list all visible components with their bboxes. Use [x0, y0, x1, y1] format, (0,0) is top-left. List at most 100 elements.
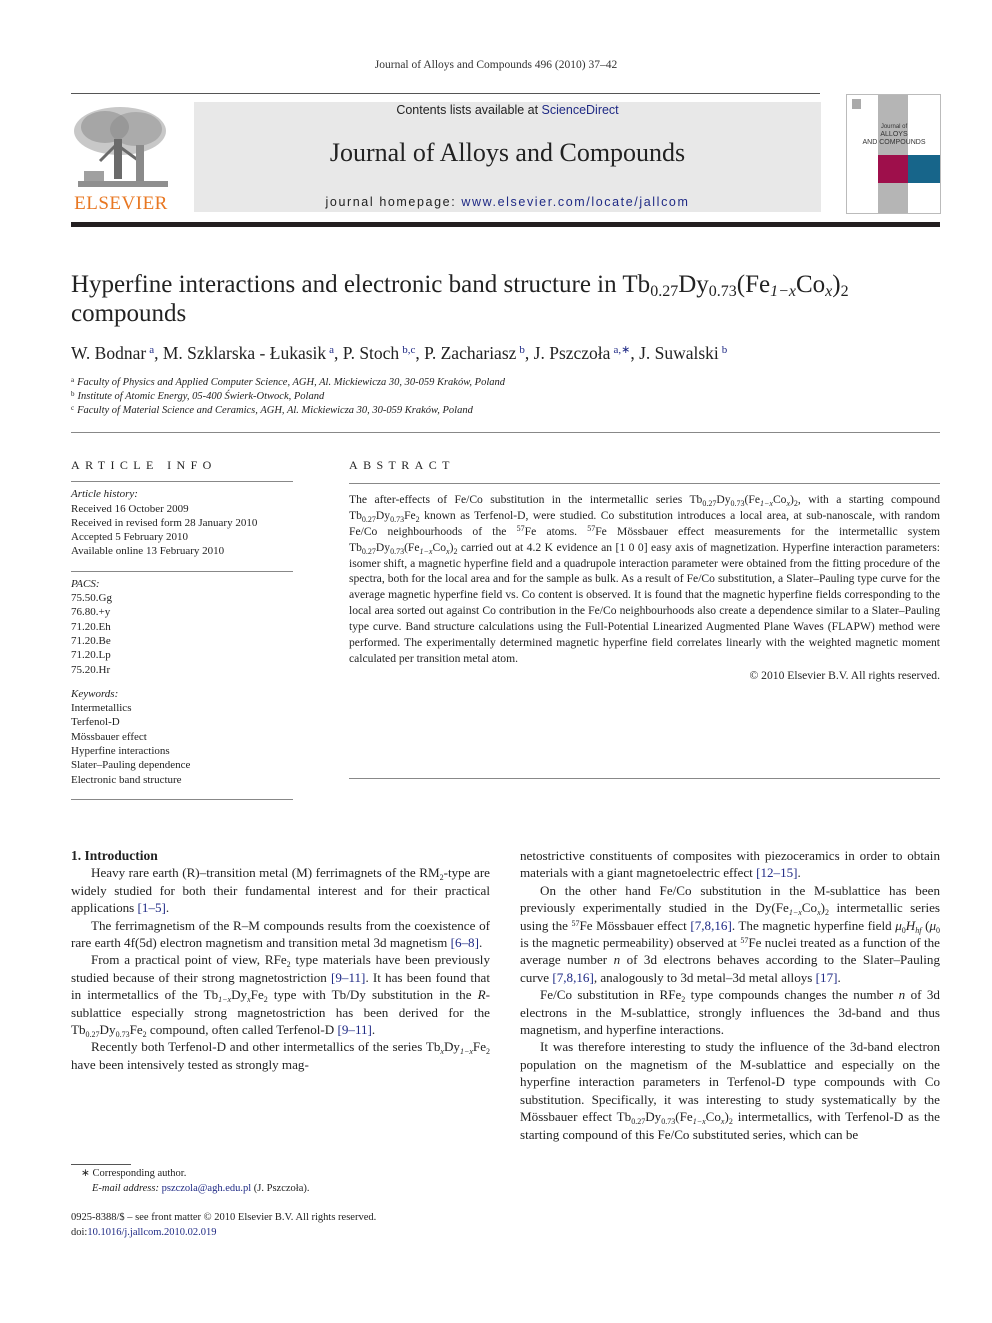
contents-line: Contents lists available at ScienceDirec… — [194, 103, 821, 117]
author-name[interactable]: P. Zachariasz — [424, 343, 516, 363]
divider — [349, 777, 940, 779]
header-rule — [71, 93, 820, 94]
keyword[interactable]: Electronic band structure — [71, 773, 293, 787]
keywords-list: Intermetallics Terfenol-D Mössbauer effect… — [71, 701, 293, 787]
cover-gray-band — [878, 95, 908, 213]
author-name[interactable]: M. Szklarska - Łukasik — [163, 343, 326, 363]
paragraph: Heavy rare earth (R)–transition metal (M… — [71, 865, 490, 916]
keyword[interactable]: Mössbauer effect — [71, 730, 293, 744]
author-name[interactable]: J. Suwalski — [639, 343, 719, 363]
doi-link[interactable]: 10.1016/j.jallcom.2010.02.019 — [87, 1227, 216, 1238]
citation-link[interactable]: [9–11] — [331, 970, 365, 985]
citation-link[interactable]: [12–15] — [756, 865, 797, 880]
author-separator: , — [630, 343, 640, 363]
header-thick-rule — [71, 222, 940, 227]
title-sub: 1−x — [770, 283, 796, 300]
elsevier-tree-icon — [74, 107, 168, 187]
doi-line: doi:10.1016/j.jallcom.2010.02.019 — [71, 1226, 217, 1238]
title-text: ) — [832, 271, 841, 298]
pacs-label: PACS: — [71, 577, 100, 590]
cover-maroon-block — [878, 155, 908, 183]
body-column-left: 1. Introduction Heavy rare earth (R)–tra… — [71, 847, 490, 1073]
paragraph: Recently both Terfenol-D and other inter… — [71, 1039, 490, 1072]
paragraph: It was therefore interesting to study th… — [520, 1039, 940, 1142]
running-head: Journal of Alloys and Compounds 496 (201… — [374, 59, 618, 71]
affiliation: c Faculty of Material Science and Ceramic… — [71, 404, 941, 418]
abstract: ABSTRACT The after-effects of Fe/Co subs… — [349, 458, 940, 779]
affiliations: a Faculty of Physics and Applied Computer… — [71, 376, 941, 418]
divider — [71, 432, 940, 433]
paragraph: From a practical point of view, RFe2 typ… — [71, 952, 490, 1040]
affiliation-key: a — [71, 376, 75, 384]
title-sub: 0.73 — [708, 283, 737, 300]
cover-title-line2: ALLOYS — [880, 131, 908, 138]
abstract-copyright: © 2010 Elsevier B.V. All rights reserved… — [749, 668, 940, 682]
pacs-code: 71.20.Be — [71, 634, 111, 647]
pacs-code: 75.20.Hr — [71, 663, 111, 676]
cover-teal-block — [908, 155, 940, 183]
keyword[interactable]: Hyperfine interactions — [71, 744, 293, 758]
journal-title: Journal of Alloys and Compounds — [329, 138, 686, 167]
author-name[interactable]: P. Stoch — [343, 343, 399, 363]
journal-cover-thumbnail[interactable]: Journal of ALLOYS AND COMPOUNDS — [846, 94, 941, 214]
author-name[interactable]: W. Bodnar — [71, 343, 146, 363]
article-history-list: Received 16 October 2009 Received in revi… — [71, 502, 293, 559]
paragraph: On the other hand Fe/Co substitution in … — [520, 882, 941, 985]
pacs-list: 75.50.Gg 76.80.+y 71.20.Eh 71.20.Be 71.20.Lp… — [71, 591, 293, 677]
title-sub: 0.27 — [650, 283, 679, 300]
affiliation: b Institute of Atomic Energy, 05-400 Świe… — [71, 390, 941, 404]
keyword[interactable]: Slater–Pauling dependence — [71, 758, 293, 772]
keyword[interactable]: Intermetallics — [71, 701, 293, 715]
homepage-link[interactable]: www.elsevier.com/locate/jallcom — [461, 195, 689, 209]
citation-link[interactable]: [9–11] — [337, 1022, 371, 1037]
affiliation-key: b — [71, 390, 75, 398]
history-entry: Received 16 October 2009 — [71, 502, 189, 515]
history-entry: Available online 13 February 2010 — [71, 545, 225, 558]
affiliation-key: c — [71, 404, 75, 412]
abstract-text: The after-effects of Fe/Co substitution … — [349, 492, 941, 665]
footnote-rule — [71, 1164, 131, 1165]
section-heading-introduction: 1. Introduction — [71, 848, 158, 863]
title-text: Co — [795, 271, 826, 298]
affiliation-marker[interactable]: b — [722, 344, 728, 356]
author-name[interactable]: J. Pszczoła — [534, 343, 611, 363]
body-column-right: netostrictive constituents of composites… — [520, 847, 940, 1143]
citation-link[interactable]: [1–5] — [138, 900, 166, 915]
contents-prefix: Contents lists available at — [396, 103, 542, 117]
title-text: (Fe — [736, 271, 771, 298]
pacs-code: 71.20.Eh — [71, 620, 111, 633]
paragraph-continued: netostrictive constituents of composites… — [520, 848, 940, 881]
divider — [71, 481, 293, 483]
article-info: ARTICLE INFO Article history: Received 1… — [71, 458, 293, 800]
article-title: Hyperfine interactions and electronic ba… — [71, 270, 941, 328]
affiliation-marker[interactable]: b,c — [402, 344, 415, 356]
history-entry: Received in revised form 28 January 2010 — [71, 516, 258, 529]
sciencedirect-link[interactable]: ScienceDirect — [542, 103, 619, 117]
citation-link[interactable]: [7,8,16] — [552, 970, 593, 985]
affiliation: a Faculty of Physics and Applied Computer… — [71, 376, 941, 390]
citation-link[interactable]: [6–8] — [451, 935, 479, 950]
paragraph: Fe/Co substitution in RFe2 type compound… — [520, 987, 940, 1038]
abstract-heading: ABSTRACT — [349, 458, 455, 472]
title-text: Dy — [678, 271, 709, 298]
title-text: Hyperfine interactions and electronic ba… — [71, 271, 651, 298]
homepage-line: journal homepage: www.elsevier.com/locat… — [194, 195, 821, 209]
email-link[interactable]: pszczola@agh.edu.pl — [162, 1183, 252, 1194]
keywords-label: Keywords: — [71, 687, 119, 700]
cover-title-line3: AND COMPOUNDS — [862, 139, 926, 146]
homepage-prefix: journal homepage: — [325, 195, 462, 209]
article-history-label: Article history: — [71, 488, 138, 501]
email-line: E-mail address: pszczola@agh.edu.pl (J. … — [92, 1182, 310, 1194]
title-sub: 2 — [840, 283, 849, 300]
keyword[interactable]: Terfenol-D — [71, 715, 293, 729]
divider — [71, 570, 293, 572]
citation-link[interactable]: [17] — [816, 970, 838, 985]
affiliation-text: Institute of Atomic Energy, 05-400 Świer… — [77, 391, 325, 402]
elsevier-wordmark: ELSEVIER — [74, 193, 168, 214]
citation-link[interactable]: [7,8,16] — [690, 918, 731, 933]
title-text: compounds — [71, 300, 187, 327]
pacs-code: 75.50.Gg — [71, 592, 112, 605]
elsevier-logo[interactable]: ELSEVIER — [70, 103, 172, 215]
affiliation-marker[interactable]: a,∗ — [613, 344, 630, 356]
author-separator: , — [154, 343, 163, 363]
